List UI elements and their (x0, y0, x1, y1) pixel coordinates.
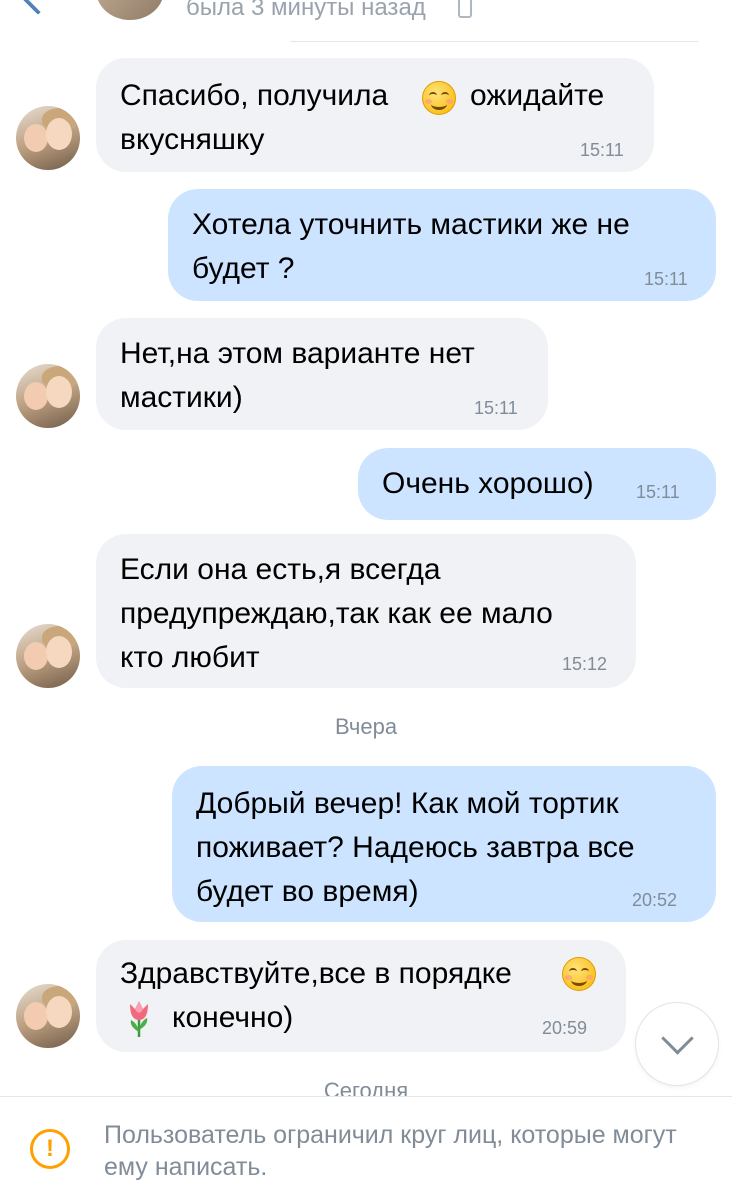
message-time: 15:11 (644, 269, 688, 289)
tulip-emoji (130, 1001, 148, 1037)
message-text-line: мастики) (120, 381, 243, 414)
header-avatar[interactable] (96, 0, 164, 20)
message-text-line: Нет,на этом варианте нет (120, 337, 475, 370)
message-time: 15:11 (474, 398, 518, 418)
sender-avatar[interactable] (16, 984, 80, 1048)
message-time: 15:11 (636, 482, 680, 502)
message-text-line: Добрый вечер! Как мой тортик (196, 787, 619, 820)
message-text-line: конечно) (172, 1001, 294, 1034)
message-bubble-incoming[interactable]: Если она есть,я всегда предупреждаю,так … (96, 534, 636, 688)
avatar-face (46, 636, 72, 668)
message-text-line: Здравствуйте,все в порядке (120, 957, 512, 990)
message-text-line: вкусняшку (120, 123, 265, 156)
date-separator-yesterday: Вчера (334, 714, 398, 739)
message-text-line: будет ? (192, 252, 295, 285)
message-text-line: будет во время) (196, 875, 419, 908)
message-bubble-incoming[interactable]: Здравствуйте,все в порядке конечно) 20:5… (96, 940, 626, 1052)
message-time: 15:12 (562, 654, 608, 674)
restriction-notice-text: Пользователь ограничил круг лиц, которые… (104, 1121, 677, 1181)
chat-screen: была 3 минуты назад Спасибо, получила ож… (0, 0, 732, 1200)
message-text-line: Спасибо, получила (120, 79, 389, 112)
chat-header: была 3 минуты назад (0, 0, 732, 42)
message-time: 20:59 (542, 1018, 588, 1038)
message-text-line: предупреждаю,так как ее мало (120, 597, 553, 630)
message-time: 20:52 (632, 890, 678, 910)
message-time: 15:11 (580, 140, 624, 160)
avatar-face (24, 124, 48, 152)
mobile-phone-icon (458, 0, 472, 18)
message-text-line: кто любит (120, 641, 260, 674)
message-bubble-incoming[interactable]: Спасибо, получила ожидайте вкусняшку 15:… (96, 58, 654, 172)
chevron-down-icon (661, 1022, 694, 1055)
avatar-face (24, 382, 48, 410)
avatar-face (46, 996, 72, 1028)
avatar-face (24, 1002, 48, 1030)
message-text-line: Очень хорошо) (382, 467, 594, 500)
smiling-face-emoji (422, 81, 456, 115)
smiling-face-emoji (562, 957, 596, 991)
message-text-line: Если она есть,я всегда (120, 553, 441, 586)
avatar-face (24, 642, 48, 670)
back-arrow-icon[interactable] (21, 0, 55, 15)
message-bubble-outgoing[interactable]: Очень хорошо) 15:11 (358, 448, 716, 520)
scroll-to-bottom-button[interactable] (636, 1003, 718, 1085)
exclamation-circle-icon: ! (30, 1129, 70, 1169)
last-seen-status: была 3 минуты назад (186, 0, 426, 21)
message-bubble-outgoing[interactable]: Добрый вечер! Как мой тортик поживает? Н… (172, 766, 716, 922)
avatar-face (46, 376, 72, 408)
message-bubble-incoming[interactable]: Нет,на этом варианте нет мастики) 15:11 (96, 318, 548, 430)
message-text-line: ожидайте (470, 79, 605, 112)
avatar-face (46, 118, 72, 150)
sender-avatar[interactable] (16, 624, 80, 688)
sender-avatar[interactable] (16, 106, 80, 170)
restriction-notice: ! Пользователь ограничил круг лиц, котор… (0, 1096, 732, 1200)
message-bubble-outgoing[interactable]: Хотела уточнить мастики же не будет ? 15… (168, 189, 716, 301)
message-text-line: поживает? Надеюсь завтра все (196, 831, 635, 864)
message-text-line: Хотела уточнить мастики же не (192, 208, 630, 241)
header-divider (290, 41, 698, 42)
sender-avatar[interactable] (16, 364, 80, 428)
